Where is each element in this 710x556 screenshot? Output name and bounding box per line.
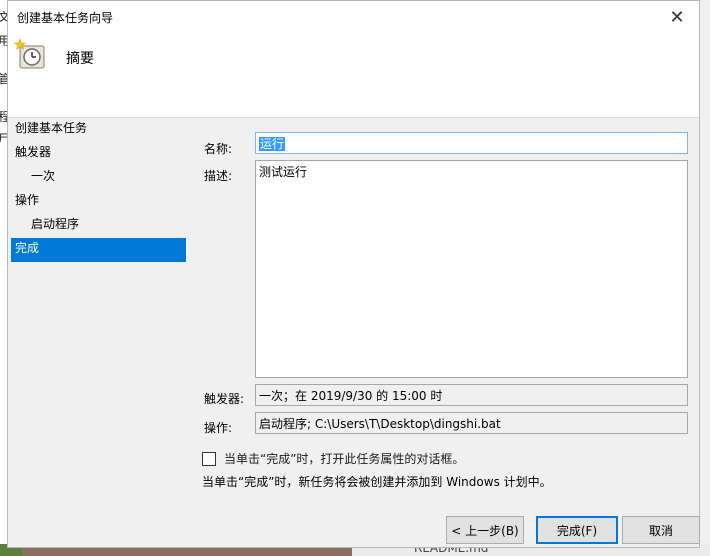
nav-step-finish[interactable]: 完成 [11,238,186,262]
task-clock-icon [14,38,45,69]
create-basic-task-wizard: 创建基本任务向导 ✕ 摘要 创建基本任务 触发器 一次 操作 启动程序 完成 名… [7,0,700,548]
nav-step-create-basic-task[interactable]: 创建基本任务 [11,118,186,142]
finish-button[interactable]: 完成(F) [536,516,618,544]
nav-step-trigger[interactable]: 触发器 [11,142,186,166]
open-properties-label[interactable]: 当单击“完成”时，打开此任务属性的对话框。 [224,450,464,467]
trigger-summary-field: 一次；在 2019/9/30 的 15:00 时 [255,384,688,406]
close-button[interactable]: ✕ [657,1,697,33]
open-properties-checkbox-row[interactable]: 当单击“完成”时，打开此任务属性的对话框。 [202,450,464,467]
description-field[interactable]: 测试运行 [255,160,688,378]
back-button[interactable]: < 上一步(B) [446,516,524,544]
cancel-button[interactable]: 取消 [622,516,700,544]
open-properties-checkbox[interactable] [202,451,216,466]
page-title: 摘要 [66,51,94,67]
wizard-steps-nav: 创建基本任务 触发器 一次 操作 启动程序 完成 [11,118,186,262]
name-field[interactable]: 运行 [255,132,688,154]
nav-step-start-program[interactable]: 启动程序 [11,214,186,238]
finish-info-text: 当单击“完成”时，新任务将会被创建并添加到 Windows 计划中。 [202,475,552,489]
description-label: 描述: [204,169,233,183]
titlebar[interactable]: 创建基本任务向导 ✕ [8,1,699,33]
nav-step-action[interactable]: 操作 [11,190,186,214]
nav-step-once[interactable]: 一次 [11,166,186,190]
window-title: 创建基本任务向导 [17,11,114,25]
trigger-label: 触发器: [204,392,245,406]
action-label: 操作: [204,421,233,435]
wizard-header: 摘要 [8,33,699,118]
name-value-selected: 运行 [259,137,286,151]
close-icon: ✕ [669,6,685,28]
background-window-right-edge [700,0,710,556]
action-summary-field: 启动程序; C:\Users\T\Desktop\dingshi.bat [255,412,688,434]
name-label: 名称: [204,142,233,156]
